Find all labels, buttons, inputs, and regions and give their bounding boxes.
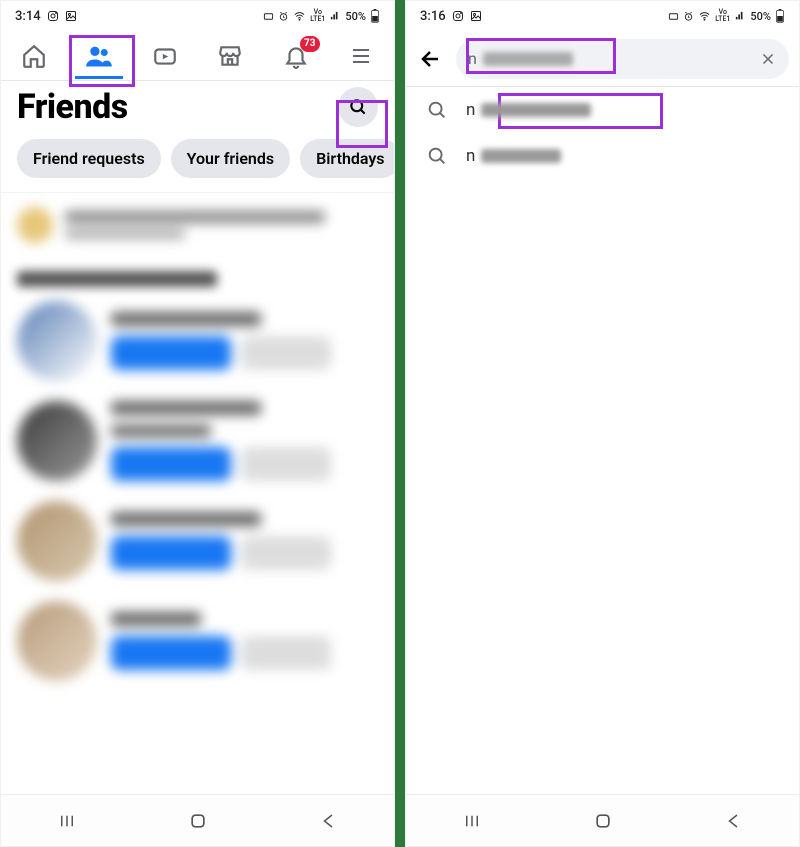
signal-icon [329, 11, 341, 21]
add-friend-button[interactable] [111, 536, 231, 570]
avatar [17, 601, 97, 681]
search-row: n [406, 31, 799, 87]
search-button[interactable] [338, 87, 378, 127]
suggestion-row[interactable] [1, 591, 394, 691]
status-icon-card [263, 11, 274, 22]
battery-pct: 50% [750, 10, 771, 23]
alarm-icon [683, 11, 694, 22]
chip-birthdays[interactable]: Birthdays [300, 139, 394, 178]
redacted-text [481, 149, 561, 163]
status-time: 3:14 [15, 9, 41, 24]
status-time: 3:16 [420, 9, 446, 24]
sysnav-home[interactable] [568, 811, 638, 831]
filter-chips: Friend requests Your friends Birthdays [1, 133, 394, 193]
suggestion-text: n [466, 146, 475, 166]
status-bar: 3:14 VoLTE1 50% [1, 1, 394, 31]
search-suggestion[interactable]: n [406, 133, 799, 179]
suggestion-row[interactable] [1, 491, 394, 591]
status-icon-image [470, 10, 482, 22]
suggestion-name [111, 312, 261, 326]
screenshot-divider [395, 0, 405, 847]
add-friend-button[interactable] [111, 636, 231, 670]
notification-badge: 73 [300, 36, 320, 52]
remove-button[interactable] [241, 447, 331, 481]
suggestion-name [111, 612, 201, 626]
tab-marketplace[interactable] [202, 34, 258, 78]
search-suggestion[interactable]: n [406, 87, 799, 133]
phone-left: 3:14 VoLTE1 50% [0, 0, 395, 847]
wifi-icon [698, 11, 711, 22]
system-nav [406, 794, 799, 846]
sysnav-back[interactable] [699, 812, 769, 830]
avatar [17, 401, 97, 481]
suggestion-name [111, 401, 261, 415]
search-input-value: n [468, 49, 477, 68]
tab-notifications[interactable]: 73 [268, 34, 324, 78]
add-friend-button[interactable] [111, 336, 231, 370]
remove-button[interactable] [241, 636, 331, 670]
add-friend-button[interactable] [111, 447, 231, 481]
battery-icon [370, 9, 380, 23]
status-icon-image [65, 10, 77, 22]
sysnav-back[interactable] [294, 812, 364, 830]
avatar [17, 501, 97, 581]
wifi-icon [293, 11, 306, 22]
sysnav-recents[interactable] [32, 812, 102, 830]
status-bar: 3:16 VoLTE1 50% [406, 1, 799, 31]
search-icon [426, 145, 448, 167]
suggestion-row[interactable] [1, 291, 394, 391]
tab-menu[interactable] [333, 34, 389, 78]
tab-video[interactable] [137, 34, 193, 78]
page-title: Friends [17, 87, 128, 127]
status-icon-ig [452, 10, 464, 22]
avatar [17, 207, 53, 243]
clear-input-button[interactable] [759, 50, 777, 68]
search-input[interactable]: n [456, 39, 789, 79]
battery-pct: 50% [345, 10, 366, 23]
chip-friend-requests[interactable]: Friend requests [17, 139, 161, 178]
avatar [17, 301, 97, 381]
suggestion-row[interactable] [1, 391, 394, 491]
sysnav-home[interactable] [163, 811, 233, 831]
suggestion-name [111, 512, 261, 526]
activity-row[interactable] [1, 193, 394, 257]
activity-text [65, 211, 325, 239]
phone-right: 3:16 VoLTE1 50% n [405, 0, 800, 847]
chip-your-friends[interactable]: Your friends [171, 139, 290, 178]
search-icon [426, 99, 448, 121]
battery-icon [775, 9, 785, 23]
redacted-text [481, 103, 591, 117]
remove-button[interactable] [241, 536, 331, 570]
section-title [17, 271, 217, 287]
sysnav-recents[interactable] [437, 812, 507, 830]
back-button[interactable] [416, 47, 446, 71]
redacted-text [483, 52, 573, 66]
tab-friends[interactable] [71, 34, 127, 78]
tab-home[interactable] [6, 34, 62, 78]
alarm-icon [278, 11, 289, 22]
remove-button[interactable] [241, 336, 331, 370]
top-tabs: 73 [1, 31, 394, 81]
system-nav [1, 794, 394, 846]
status-icon-card [668, 11, 679, 22]
signal-icon [734, 11, 746, 21]
status-icon-ig [47, 10, 59, 22]
suggestion-text: n [466, 100, 475, 120]
friends-header: Friends [1, 81, 394, 133]
